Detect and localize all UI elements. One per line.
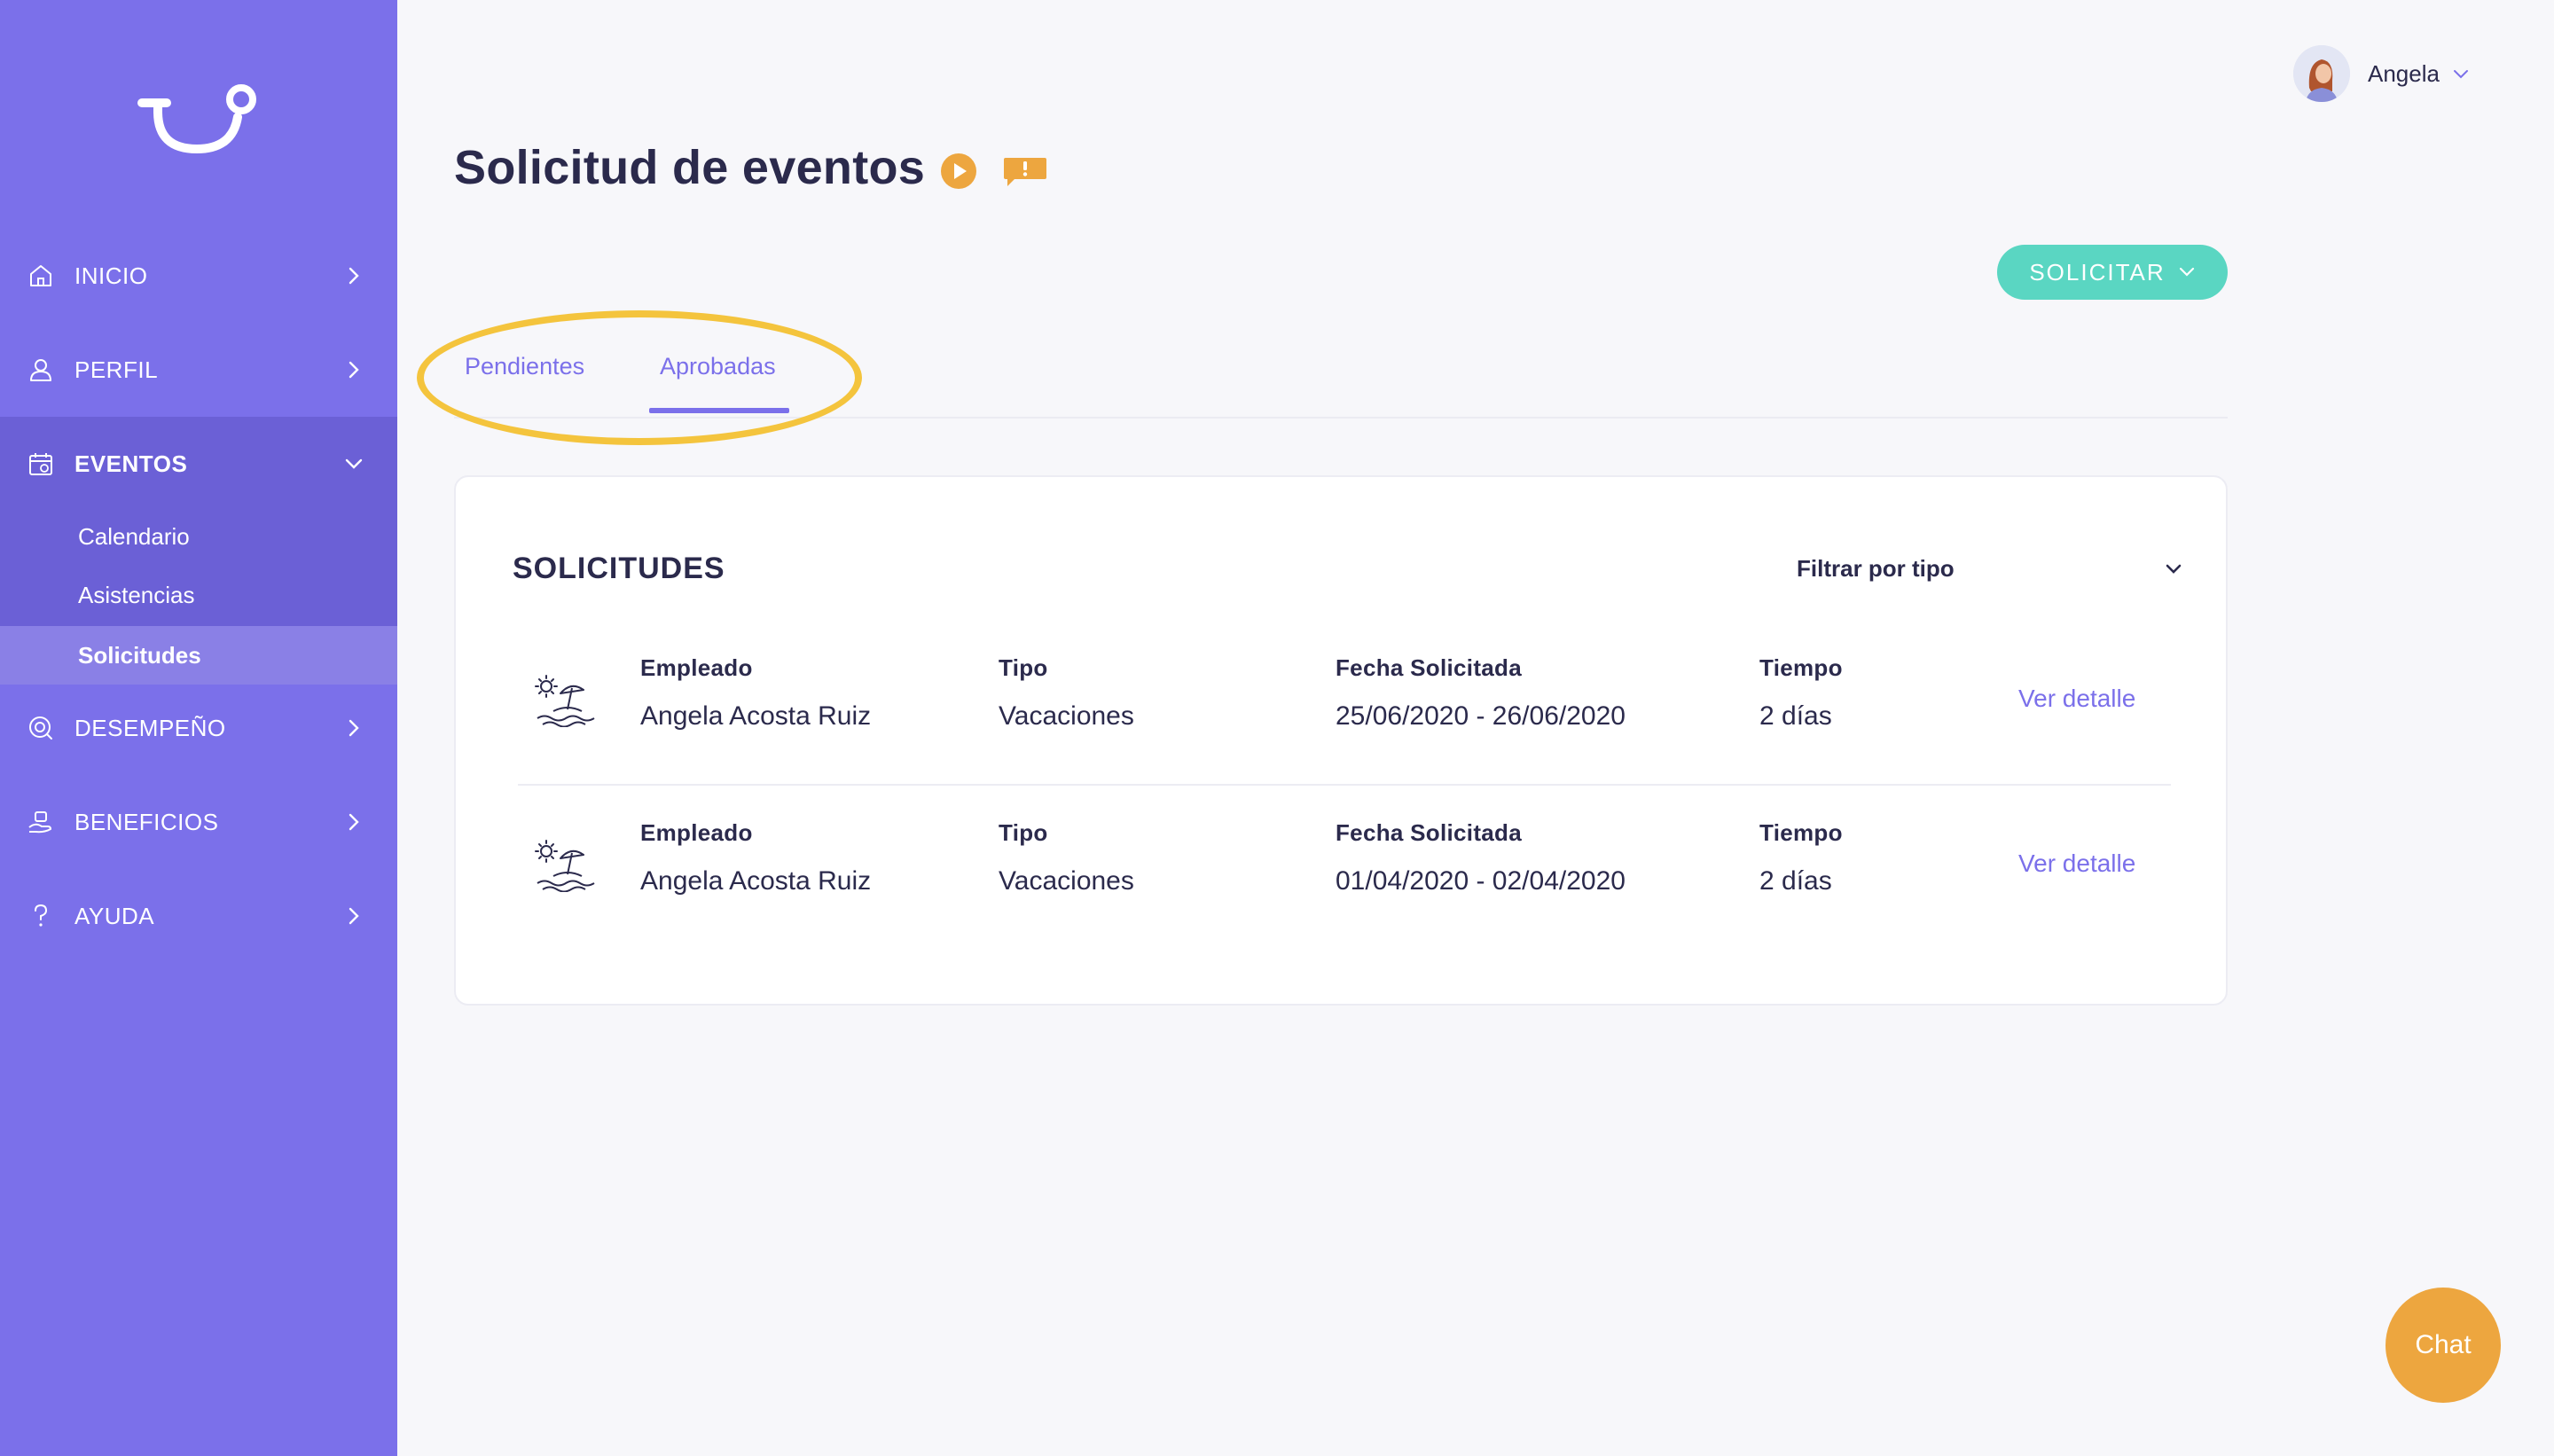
date-cell: Fecha Solicitada 25/06/2020 - 26/06/2020 — [1336, 654, 1626, 732]
time-header: Tiempo — [1759, 654, 1843, 681]
user-name: Angela — [2368, 59, 2440, 87]
beach-vacation-icon — [535, 675, 595, 727]
beach-vacation-icon — [535, 840, 595, 892]
user-icon — [30, 359, 51, 381]
page-title: Solicitud de eventos — [454, 141, 926, 194]
employee-cell: Empleado Angela Acosta Ruiz — [640, 654, 871, 732]
sidebar-item-label: INICIO — [74, 262, 148, 289]
filter-by-type-dropdown[interactable]: Filtrar por tipo — [1797, 548, 2183, 589]
avatar — [2293, 45, 2350, 102]
play-icon[interactable] — [940, 153, 977, 190]
performance-icon — [29, 716, 52, 740]
date-value: 01/04/2020 - 02/04/2020 — [1336, 866, 1626, 896]
eventos-submenu: Calendario Asistencias Solicitudes — [0, 502, 397, 685]
time-value: 2 días — [1759, 701, 1832, 731]
tabs-divider — [454, 417, 2228, 419]
chat-label: Chat — [2415, 1330, 2472, 1359]
solicitar-button[interactable]: SOLICITAR — [1997, 245, 2228, 300]
tab-aprobadas[interactable]: Aprobadas — [660, 353, 776, 380]
sidebar-item-beneficios[interactable]: BENEFICIOS — [0, 775, 397, 869]
sidebar-subitem-solicitudes[interactable]: Solicitudes — [0, 626, 397, 685]
time-value: 2 días — [1759, 866, 1832, 896]
chevron-right-icon — [349, 267, 359, 285]
benefits-icon — [28, 811, 51, 834]
employee-header: Empleado — [640, 819, 753, 846]
time-cell: Tiempo 2 días — [1759, 819, 1843, 896]
type-value: Vacaciones — [999, 701, 1134, 731]
sidebar: INICIO PERFIL EVENTOS Calendario Asisten… — [0, 0, 397, 1456]
chevron-right-icon — [349, 907, 359, 925]
type-header: Tipo — [999, 819, 1048, 846]
chevron-right-icon — [349, 361, 359, 379]
type-cell: Tipo Vacaciones — [999, 654, 1134, 732]
employee-header: Empleado — [640, 654, 753, 681]
user-menu[interactable]: Angela — [2293, 44, 2470, 103]
employee-value: Angela Acosta Ruiz — [640, 701, 872, 731]
help-icon — [35, 904, 48, 927]
date-cell: Fecha Solicitada 01/04/2020 - 02/04/2020 — [1336, 819, 1626, 896]
type-value: Vacaciones — [999, 866, 1134, 896]
sidebar-item-desempeno[interactable]: DESEMPEÑO — [0, 681, 397, 775]
sidebar-item-eventos[interactable]: EVENTOS — [0, 417, 397, 511]
chat-button[interactable]: Chat — [2386, 1288, 2501, 1403]
table-row: Empleado Angela Acosta Ruiz Tipo Vacacio… — [513, 619, 2171, 784]
sidebar-item-ayuda[interactable]: AYUDA — [0, 869, 397, 963]
active-tab-indicator — [649, 408, 789, 413]
chevron-down-icon — [2453, 70, 2468, 79]
employee-cell: Empleado Angela Acosta Ruiz — [640, 819, 871, 896]
sidebar-subitem-asistencias[interactable]: Asistencias — [0, 566, 397, 624]
ver-detalle-link[interactable]: Ver detalle — [2018, 685, 2135, 713]
employee-value: Angela Acosta Ruiz — [640, 866, 872, 896]
chevron-right-icon — [349, 719, 359, 737]
time-header: Tiempo — [1759, 819, 1843, 846]
sidebar-item-label: BENEFICIOS — [74, 808, 219, 835]
tu-logo-icon[interactable] — [133, 78, 266, 167]
filter-label: Filtrar por tipo — [1797, 554, 1955, 582]
date-value: 25/06/2020 - 26/06/2020 — [1336, 701, 1626, 731]
sidebar-item-label: AYUDA — [74, 902, 155, 929]
tab-pendientes[interactable]: Pendientes — [465, 353, 584, 380]
sidebar-item-label: DESEMPEÑO — [74, 714, 226, 741]
chevron-right-icon — [349, 813, 359, 831]
card-title: SOLICITUDES — [513, 552, 725, 585]
date-header: Fecha Solicitada — [1336, 654, 1522, 681]
sidebar-item-label: PERFIL — [74, 356, 159, 383]
ver-detalle-link[interactable]: Ver detalle — [2018, 849, 2135, 878]
solicitar-label: SOLICITAR — [2029, 258, 2166, 286]
sidebar-item-label: EVENTOS — [74, 450, 188, 477]
user-avatar-icon — [2293, 45, 2350, 102]
type-cell: Tipo Vacaciones — [999, 819, 1134, 896]
calendar-icon — [29, 453, 52, 475]
table-row: Empleado Angela Acosta Ruiz Tipo Vacacio… — [513, 784, 2171, 949]
time-cell: Tiempo 2 días — [1759, 654, 1843, 732]
sidebar-subitem-calendario[interactable]: Calendario — [0, 507, 397, 566]
chevron-down-icon — [2179, 267, 2194, 277]
sidebar-item-perfil[interactable]: PERFIL — [0, 323, 397, 417]
alert-message-icon[interactable] — [1002, 156, 1048, 188]
chevron-down-icon — [2166, 564, 2182, 574]
chevron-down-icon — [345, 458, 363, 469]
sidebar-item-inicio[interactable]: INICIO — [0, 229, 397, 323]
type-header: Tipo — [999, 654, 1048, 681]
home-icon — [30, 265, 51, 286]
solicitudes-card: SOLICITUDES Filtrar por tipo Empleado An… — [454, 475, 2228, 1006]
date-header: Fecha Solicitada — [1336, 819, 1522, 846]
